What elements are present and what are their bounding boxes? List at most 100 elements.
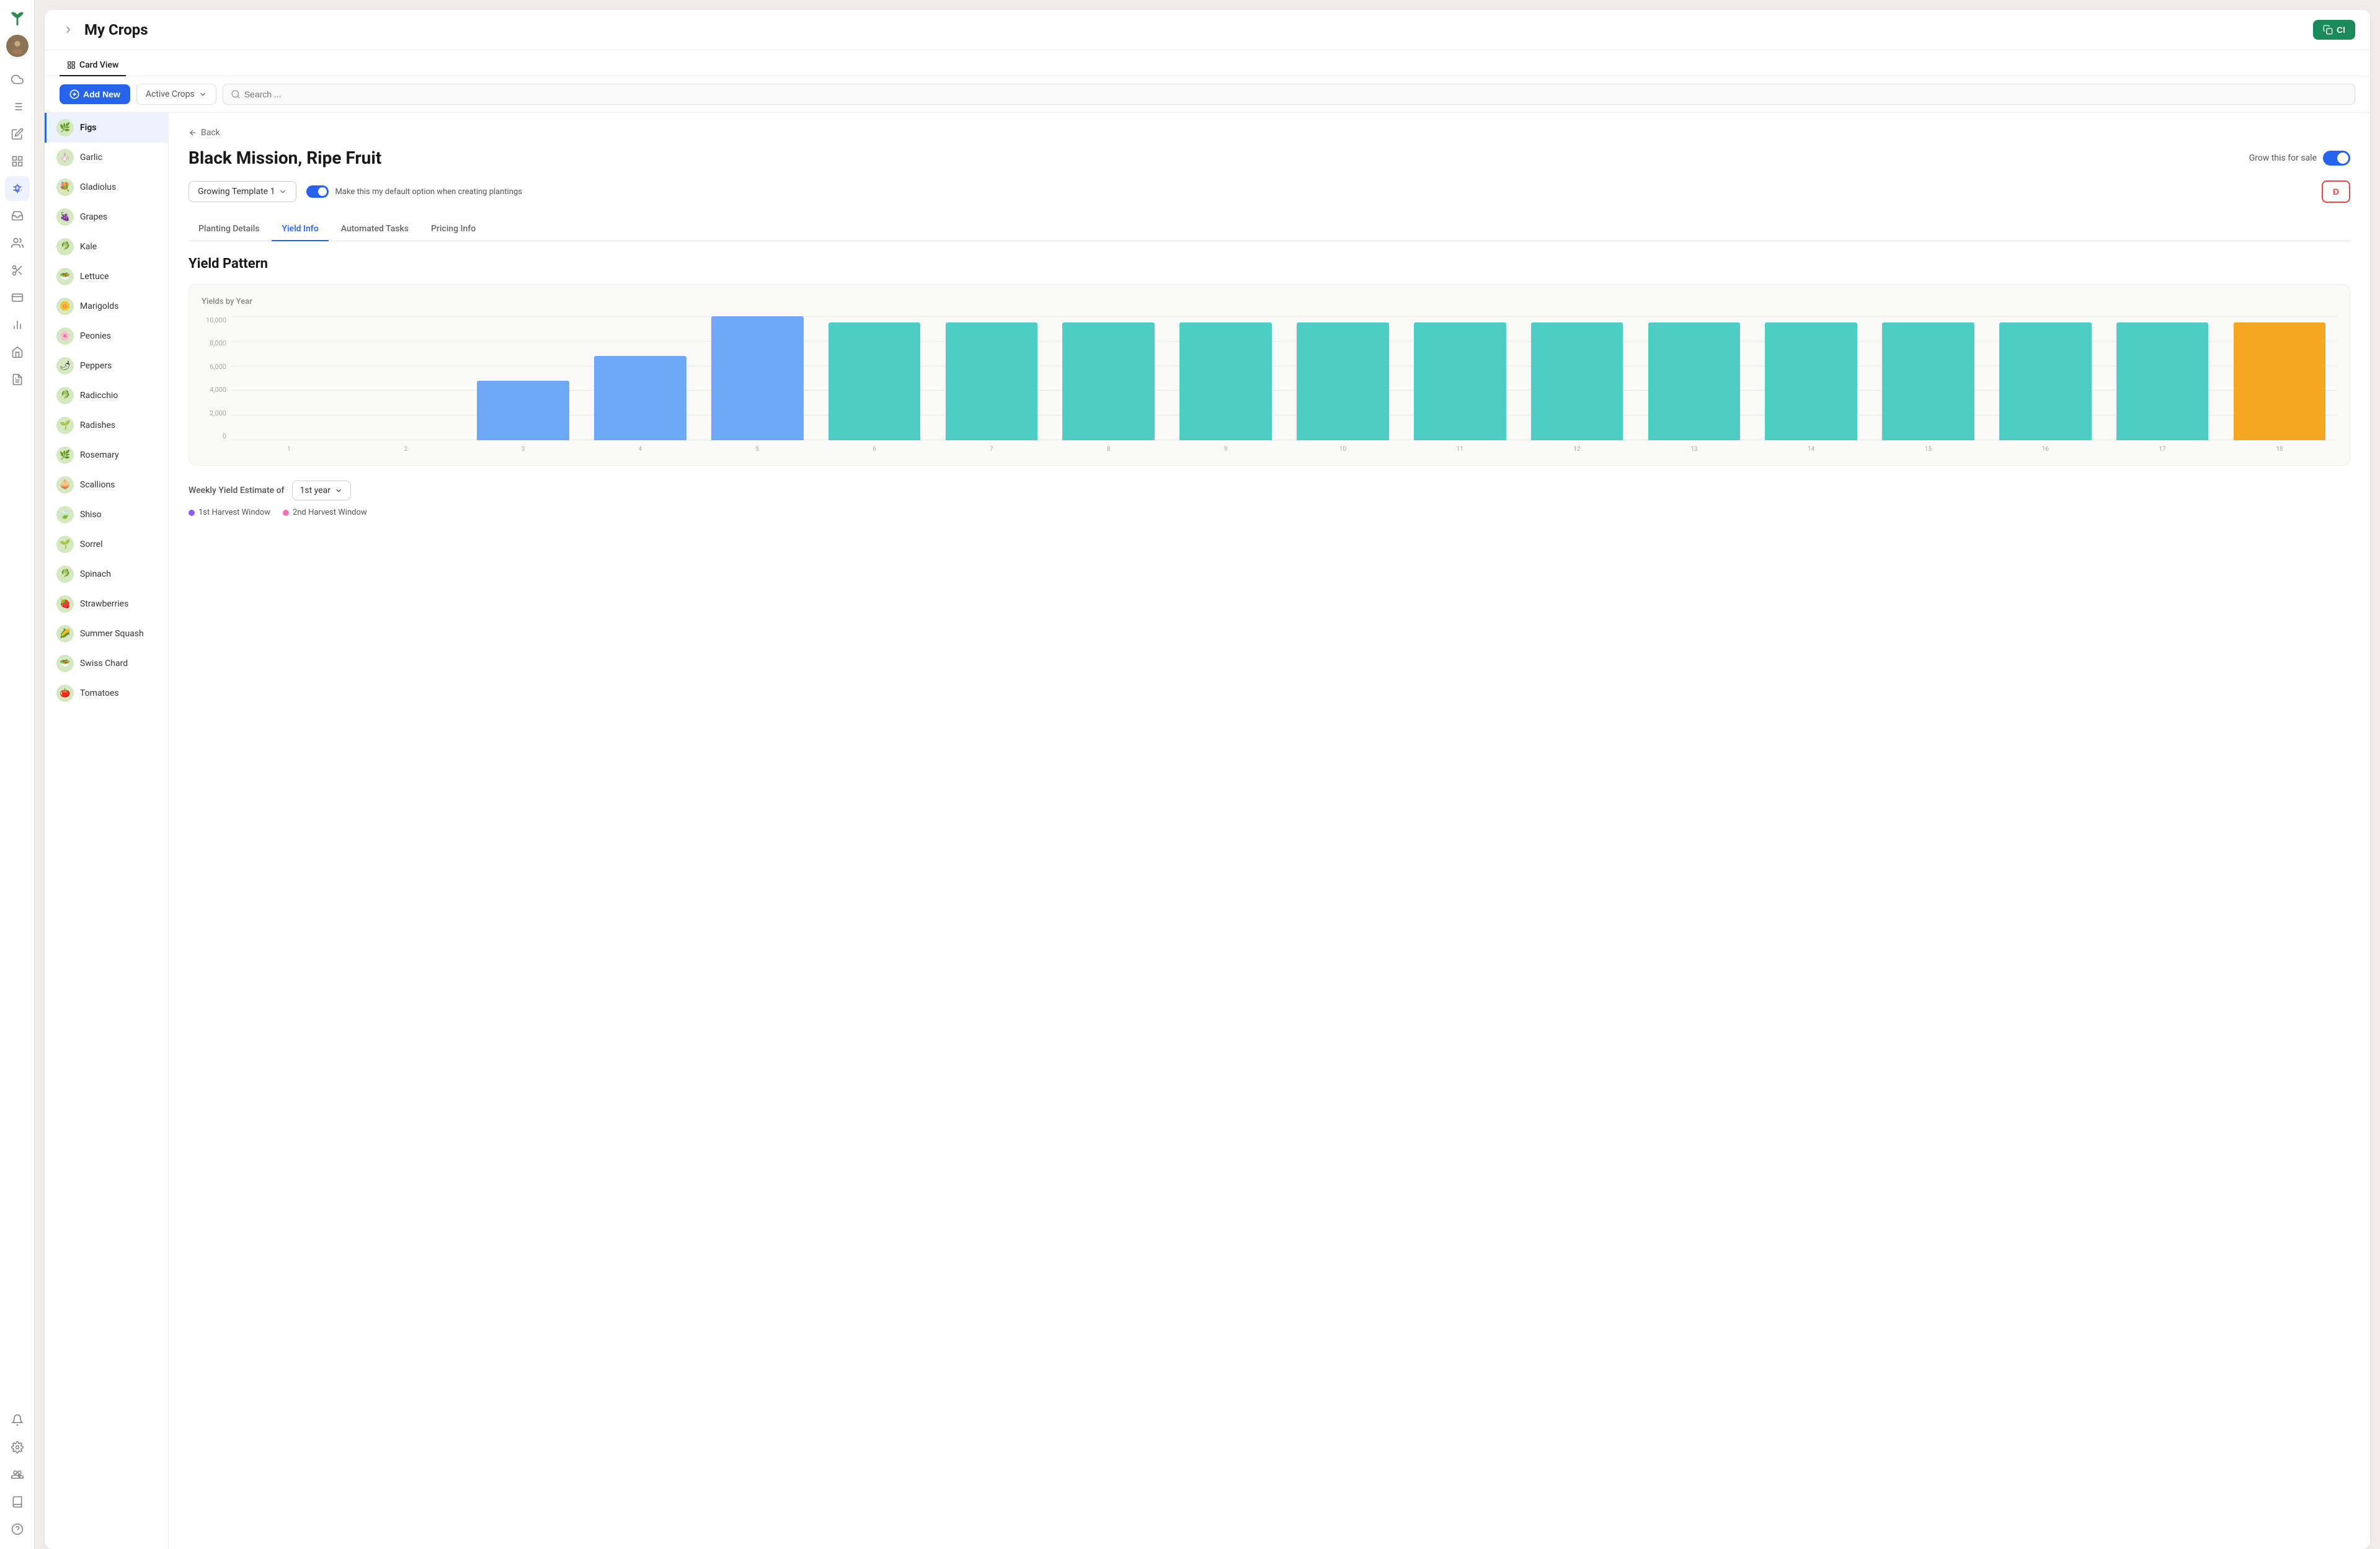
crop-avatar-radishes: 🌱 (56, 417, 74, 434)
crop-name-summer-squash: Summer Squash (80, 629, 144, 639)
nav-help-btn[interactable] (5, 1517, 30, 1542)
nav-chart-btn[interactable] (5, 313, 30, 337)
icon-nav (0, 0, 35, 1549)
crop-avatar-scallions: 🧅 (56, 476, 74, 494)
default-toggle-row: Make this my default option when creatin… (306, 185, 522, 198)
bar-11 (1402, 316, 1517, 440)
crop-name-rosemary: Rosemary (80, 450, 119, 460)
crop-item-radishes[interactable]: 🌱 Radishes (45, 411, 168, 440)
nav-list-btn[interactable] (5, 94, 30, 119)
harvest-legend: 1st Harvest Window 2nd Harvest Window (189, 508, 2350, 517)
detail-panel: Back Black Mission, Ripe Fruit Grow this… (169, 113, 2370, 1549)
chart-y-label: Yields by Year (202, 297, 2337, 306)
crop-item-figs[interactable]: 🌿 Figs (45, 113, 168, 143)
weekly-yield-label: Weekly Yield Estimate of (189, 486, 285, 495)
toolbar: Add New Active Crops (45, 76, 2370, 113)
tab-yield-info[interactable]: Yield Info (272, 218, 328, 241)
nav-cloud-btn[interactable] (5, 67, 30, 92)
crop-item-lettuce[interactable]: 🥗 Lettuce (45, 262, 168, 291)
nav-edit-btn[interactable] (5, 122, 30, 146)
app-logo[interactable] (7, 7, 27, 27)
nav-settings-btn[interactable] (5, 1435, 30, 1460)
bar-10 (1285, 316, 1400, 440)
crop-item-swiss-chard[interactable]: 🥗 Swiss Chard (45, 649, 168, 678)
crop-item-scallions[interactable]: 🧅 Scallions (45, 470, 168, 500)
default-toggle[interactable] (306, 185, 329, 198)
crop-avatar-garlic: 🧄 (56, 149, 74, 166)
crop-item-spinach[interactable]: 🥬 Spinach (45, 559, 168, 589)
crop-name-spinach: Spinach (80, 569, 111, 579)
nav-crop-btn[interactable] (5, 176, 30, 201)
add-new-button[interactable]: Add New (60, 84, 130, 104)
bar-5 (699, 316, 815, 440)
bar-12 (1519, 316, 1635, 440)
crop-avatar-shiso: 🍃 (56, 506, 74, 523)
nav-team-btn[interactable] (5, 1462, 30, 1487)
crop-avatar-lettuce: 🥗 (56, 268, 74, 285)
crop-name-radishes: Radishes (80, 420, 115, 430)
crop-item-shiso[interactable]: 🍃 Shiso (45, 500, 168, 530)
weekly-yield-row: Weekly Yield Estimate of 1st year (189, 481, 2350, 500)
crop-name-radicchio: Radicchio (80, 391, 118, 401)
crop-avatar-marigolds: 🌼 (56, 298, 74, 315)
user-avatar[interactable] (6, 35, 29, 57)
tab-automated-tasks[interactable]: Automated Tasks (331, 218, 419, 241)
nav-building-btn[interactable] (5, 340, 30, 365)
tab-planting-details[interactable]: Planting Details (189, 218, 269, 241)
legend-label-1st: 1st Harvest Window (198, 508, 270, 517)
crop-name-peppers: Peppers (80, 361, 112, 371)
tab-pricing-info[interactable]: Pricing Info (421, 218, 486, 241)
search-box[interactable] (223, 84, 2355, 105)
crop-item-grapes[interactable]: 🍇 Grapes (45, 202, 168, 232)
nav-scissors-btn[interactable] (5, 258, 30, 283)
crop-avatar-swiss-chard: 🥗 (56, 655, 74, 672)
crop-item-marigolds[interactable]: 🌼 Marigolds (45, 291, 168, 321)
nav-people-btn[interactable] (5, 231, 30, 255)
search-input[interactable] (244, 89, 2347, 99)
crop-name-peonies: Peonies (80, 331, 111, 341)
yield-pattern-title: Yield Pattern (189, 256, 2350, 272)
clone-button[interactable]: Cl (2313, 20, 2355, 40)
crop-avatar-strawberries: 🍓 (56, 595, 74, 613)
collapse-button[interactable] (60, 21, 77, 38)
nav-report-btn[interactable] (5, 367, 30, 392)
bar-16 (1987, 316, 2103, 440)
bar-15 (1871, 316, 1986, 440)
crop-item-tomatoes[interactable]: 🍅 Tomatoes (45, 678, 168, 708)
crop-item-summer-squash[interactable]: 🌽 Summer Squash (45, 619, 168, 649)
nav-book-btn[interactable] (5, 1489, 30, 1514)
crop-item-sorrel[interactable]: 🌱 Sorrel (45, 530, 168, 559)
bar-7 (934, 316, 1049, 440)
crop-item-strawberries[interactable]: 🍓 Strawberries (45, 589, 168, 619)
back-link[interactable]: Back (189, 128, 2350, 138)
template-select[interactable]: Growing Template 1 (189, 181, 296, 202)
bar-4 (582, 316, 698, 440)
crop-item-rosemary[interactable]: 🌿 Rosemary (45, 440, 168, 470)
legend-2nd-harvest: 2nd Harvest Window (283, 508, 367, 517)
tab-card-view[interactable]: Card View (60, 55, 126, 76)
crop-item-radicchio[interactable]: 🥬 Radicchio (45, 381, 168, 411)
filter-dropdown[interactable]: Active Crops (136, 84, 216, 105)
grow-for-sale-label: Grow this for sale (2249, 153, 2317, 163)
content-card: My Crops Cl Card View Add New Active C (45, 10, 2370, 1549)
crop-item-garlic[interactable]: 🧄 Garlic (45, 143, 168, 172)
crop-item-peonies[interactable]: 🌸 Peonies (45, 321, 168, 351)
delete-button[interactable]: D (2322, 180, 2350, 203)
legend-label-2nd: 2nd Harvest Window (293, 508, 367, 517)
year-select[interactable]: 1st year (292, 481, 351, 500)
nav-grid-btn[interactable] (5, 149, 30, 174)
content-body: 🌿 Figs 🧄 Garlic 💐 Gladiolus 🍇 Grapes 🥬 (45, 113, 2370, 1549)
bar-1 (231, 316, 347, 440)
crop-item-gladiolus[interactable]: 💐 Gladiolus (45, 172, 168, 202)
crop-header: Black Mission, Ripe Fruit Grow this for … (189, 148, 2350, 168)
crop-item-peppers[interactable]: 🌶 Peppers (45, 351, 168, 381)
nav-card-btn[interactable] (5, 285, 30, 310)
grow-for-sale-toggle[interactable] (2323, 151, 2350, 166)
nav-bell-btn[interactable] (5, 1408, 30, 1432)
yield-chart-container: Yields by Year 10,000 8,000 6,000 4,000 … (189, 284, 2350, 466)
detail-tabs: Planting Details Yield Info Automated Ta… (189, 218, 2350, 241)
main-wrapper: My Crops Cl Card View Add New Active C (35, 0, 2380, 1549)
legend-dot-2nd (283, 510, 289, 516)
nav-inbox-btn[interactable] (5, 203, 30, 228)
crop-item-kale[interactable]: 🥬 Kale (45, 232, 168, 262)
